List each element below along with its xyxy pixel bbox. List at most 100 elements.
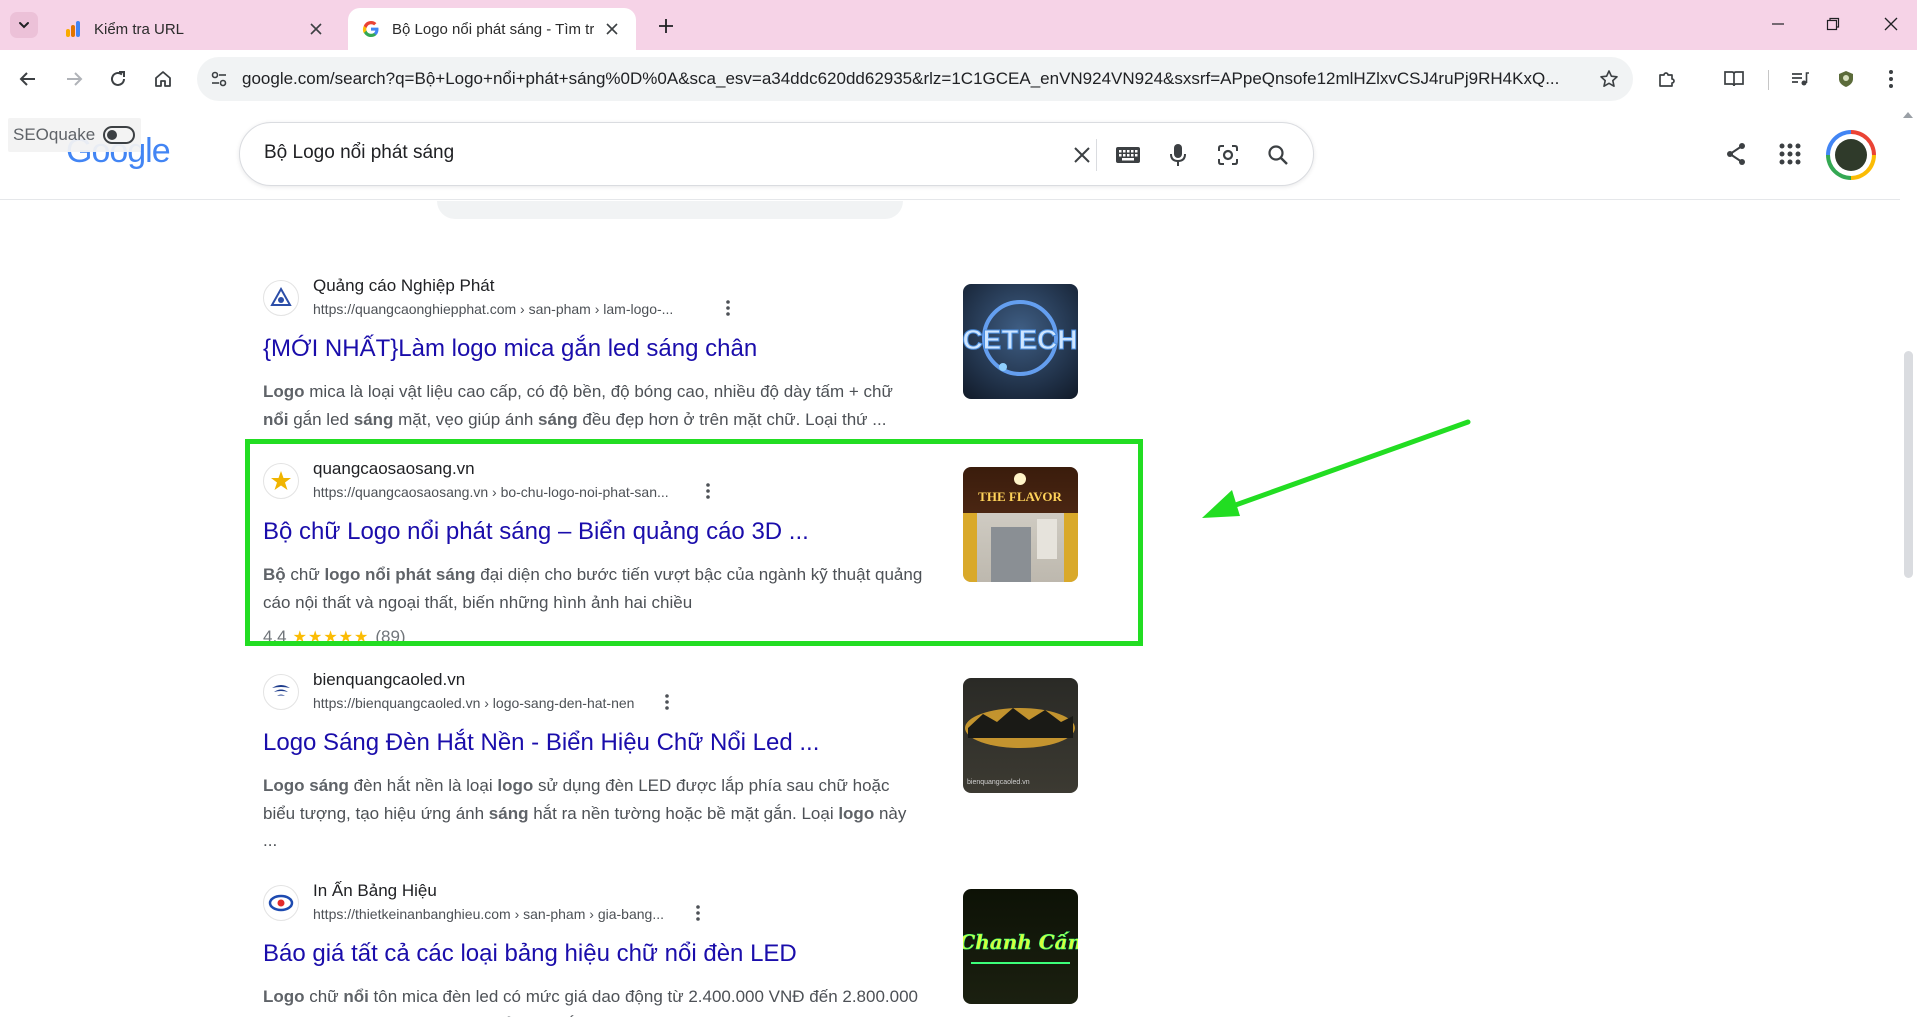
close-icon[interactable]	[602, 19, 622, 39]
result-options-button[interactable]	[718, 298, 738, 318]
highlight-box	[245, 439, 1143, 646]
tab-kiem-tra-url[interactable]: Kiểm tra URL	[50, 8, 340, 50]
share-button[interactable]	[1720, 138, 1752, 170]
close-window-button[interactable]	[1868, 8, 1914, 40]
tab-google-search[interactable]: Bộ Logo nổi phát sáng - Tìm trê	[348, 8, 636, 50]
arrow-left-icon	[19, 72, 35, 86]
tab-search-button[interactable]	[10, 12, 38, 38]
lens-search-button[interactable]	[1212, 139, 1244, 171]
forward-button[interactable]	[58, 63, 90, 95]
address-url[interactable]: google.com/search?q=Bộ+Logo+nổi+phát+sán…	[242, 69, 1572, 89]
bookmark-star-button[interactable]	[1597, 67, 1621, 91]
result-thumbnail[interactable]: Trà Chanh Cấm Cẩ	[963, 889, 1078, 1004]
plus-icon	[659, 19, 673, 33]
scrollbar-thumb[interactable]	[1904, 351, 1913, 578]
site-favicon-icon	[263, 885, 299, 921]
snippet-text: đèn hắt nền là loại	[348, 776, 498, 795]
result-thumbnail[interactable]: CETECH	[963, 284, 1078, 399]
search-button[interactable]	[1262, 139, 1294, 171]
result-snippet: Logo chữ nổi tôn mica đèn led có mức giá…	[263, 983, 923, 1017]
seoquake-label: SEOquake	[13, 125, 96, 144]
result-source[interactable]: Quảng cáo Nghiệp Phát https://quangcaong…	[263, 274, 1083, 322]
account-avatar[interactable]	[1826, 130, 1876, 180]
scroll-up-arrow-icon[interactable]	[1903, 112, 1913, 118]
extension-button[interactable]	[1832, 65, 1860, 93]
apps-grid-icon	[1779, 143, 1801, 165]
seoquake-toggle[interactable]: SEOquake	[8, 118, 142, 152]
extensions-button[interactable]	[1653, 65, 1681, 93]
thumbnail-watermark-text: bienquangcaoled.vn	[967, 779, 1030, 786]
analytics-favicon-icon	[66, 21, 80, 37]
google-apps-button[interactable]	[1774, 138, 1806, 170]
search-box[interactable]: Bộ Logo nổi phát sáng	[239, 122, 1314, 186]
tab-title: Bộ Logo nổi phát sáng - Tìm trê	[392, 20, 594, 38]
star-icon	[1600, 70, 1618, 87]
page-scrollbar[interactable]	[1900, 108, 1917, 1017]
snippet-text: gắn led	[288, 409, 354, 429]
result-source[interactable]: In Ấn Bảng Hiệu https://thietkeinanbangh…	[263, 879, 1083, 927]
search-input[interactable]: Bộ Logo nổi phát sáng	[264, 142, 454, 164]
avatar-image	[1835, 139, 1867, 171]
snippet-keyword: logo	[838, 803, 875, 823]
close-icon[interactable]	[306, 19, 326, 39]
browser-window: Kiểm tra URL Bộ Logo nổi phát sáng - Tìm…	[0, 0, 1917, 1017]
search-result: bienquangcaoled.vn https://bienquangcaol…	[263, 668, 1083, 850]
microphone-icon	[1170, 144, 1186, 166]
reload-icon	[111, 71, 125, 86]
voice-search-button[interactable]	[1162, 139, 1194, 171]
new-tab-button[interactable]	[652, 12, 680, 40]
site-favicon-icon	[263, 280, 299, 316]
restore-icon	[1826, 17, 1840, 31]
back-button[interactable]	[12, 63, 44, 95]
result-source[interactable]: bienquangcaoled.vn https://bienquangcaol…	[263, 668, 1083, 716]
result-options-button[interactable]	[688, 903, 708, 923]
tab-title: Kiểm tra URL	[94, 20, 185, 38]
browser-menu-button[interactable]	[1877, 65, 1905, 93]
chevron-down-icon	[19, 22, 29, 29]
shield-extension-icon	[1839, 71, 1853, 87]
reading-mode-button[interactable]	[1720, 65, 1748, 93]
google-header: Google SEOquake Bộ Logo nổi phát sáng	[0, 108, 1900, 200]
search-divider	[1096, 139, 1097, 171]
snippet-text: hắt ra nền tường hoặc bề mặt gắn. Loại	[528, 803, 839, 823]
toggle-switch-icon[interactable]	[103, 126, 136, 144]
more-vert-icon	[1889, 70, 1893, 88]
result-title-link[interactable]: Logo Sáng Đèn Hắt Nền - Biển Hiệu Chữ Nổ…	[263, 729, 819, 757]
clear-search-button[interactable]	[1066, 139, 1098, 171]
result-site-name: Quảng cáo Nghiệp Phát	[313, 276, 495, 295]
keyboard-button[interactable]	[1112, 139, 1144, 171]
address-bar[interactable]: google.com/search?q=Bộ+Logo+nổi+phát+sán…	[197, 57, 1633, 101]
search-result: In Ấn Bảng Hiệu https://thietkeinanbangh…	[263, 879, 1083, 1017]
more-vert-icon	[665, 694, 669, 710]
search-icon	[1268, 145, 1288, 165]
reload-button[interactable]	[102, 63, 134, 95]
snippet-text: mặt, vẹo giúp ánh	[393, 409, 539, 429]
book-open-icon	[1724, 71, 1744, 87]
restore-button[interactable]	[1810, 8, 1856, 40]
toolbar-divider	[1768, 70, 1769, 90]
queue-music-icon	[1792, 72, 1809, 86]
puzzle-icon	[1659, 72, 1675, 87]
result-options-button[interactable]	[657, 692, 677, 712]
more-vert-icon	[726, 300, 730, 316]
snippet-text: đều đẹp hơn ở trên mặt chữ. Loại thứ ...	[577, 409, 887, 429]
result-thumbnail[interactable]: bienquangcaoled.vn	[963, 678, 1078, 793]
minimize-button[interactable]	[1755, 8, 1801, 40]
keyboard-icon	[1116, 147, 1140, 163]
media-controls-button[interactable]	[1786, 65, 1814, 93]
annotation-arrow-icon	[1202, 419, 1471, 518]
result-url: https://thietkeinanbanghieu.com › san-ph…	[313, 906, 664, 922]
related-searches-chip	[437, 201, 903, 219]
result-title-link[interactable]: {MỚI NHẤT}Làm logo mica gắn led sáng châ…	[263, 335, 757, 363]
snippet-keyword: Logo sáng	[263, 776, 349, 795]
result-site-name: In Ấn Bảng Hiệu	[313, 881, 437, 900]
snippet-keyword: Logo	[263, 987, 305, 1006]
snippet-keyword: nổi	[263, 409, 289, 429]
home-button[interactable]	[147, 63, 179, 95]
more-vert-icon	[696, 905, 700, 921]
site-info-button[interactable]	[205, 65, 233, 93]
snippet-keyword: sáng	[488, 803, 529, 823]
result-title-link[interactable]: Báo giá tất cả các loại bảng hiệu chữ nổ…	[263, 940, 797, 968]
minimize-icon	[1772, 23, 1784, 25]
snippet-keyword: Logo	[263, 382, 305, 401]
